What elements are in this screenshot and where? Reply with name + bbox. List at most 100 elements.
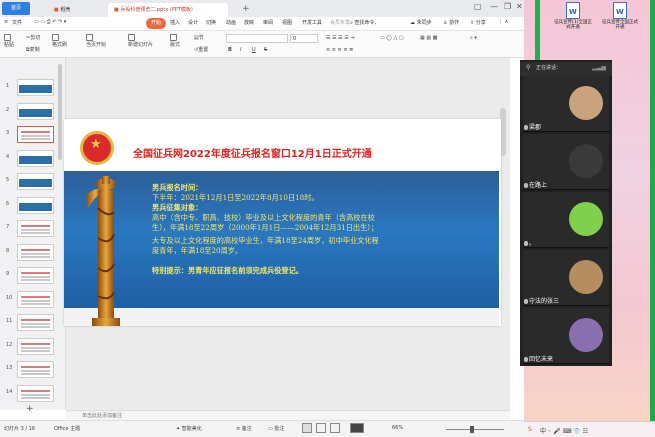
thumbnail-preview (21, 248, 50, 251)
slide-thumbnail[interactable] (17, 243, 54, 261)
participant-avatar (569, 202, 603, 236)
slide-thumbnail[interactable] (17, 361, 54, 378)
thumbnail-preview (19, 85, 52, 93)
section-button[interactable]: ▤节 (194, 34, 204, 41)
zoom-level[interactable]: 66% (392, 425, 403, 431)
new-tab-button[interactable]: + (242, 3, 250, 15)
layout-icon[interactable]: ▢ (474, 2, 482, 11)
mic-icon (524, 299, 528, 304)
menu-start[interactable]: 开始 (146, 18, 166, 29)
slide-thumbnail[interactable] (17, 337, 54, 355)
new-slide-button[interactable]: 新建幻灯片 (128, 34, 153, 48)
tab-docer[interactable]: ■ 稻壳 (48, 3, 102, 17)
quick-access-icons[interactable]: ▭ ▭ ⎙ ↶ ↷ ▾ (34, 19, 66, 25)
paste-button[interactable]: 粘贴 (4, 34, 14, 48)
reset-button[interactable]: ↺重置 (194, 46, 208, 53)
arrange-tools[interactable]: ▦ ▧ ▩ (420, 35, 437, 41)
paragraph-tools[interactable]: ☰ ☰ ☰ ☰ ⇥ (326, 35, 354, 41)
minimize-icon[interactable]: — (490, 2, 498, 11)
menu-slideshow[interactable]: 放映 (244, 19, 254, 26)
find-replace-tools[interactable]: ⌕ ▾ (470, 35, 477, 41)
tray-icons[interactable]: 中 ◦ 🎤 ⌨ 👕 ☷ (540, 426, 588, 435)
close-icon[interactable]: ✕ (516, 2, 523, 11)
menu-developer[interactable]: 开发工具 (302, 19, 322, 26)
slide-thumbnail[interactable] (17, 384, 54, 402)
copy-button[interactable]: ⧉复制 (26, 46, 40, 53)
search-box[interactable]: ⌕ 查找命令、 (350, 19, 379, 26)
slide-thumbnail[interactable] (17, 196, 54, 214)
slide-thumbnail[interactable] (17, 149, 54, 167)
menu-animation[interactable]: 动画 (226, 19, 236, 26)
paste-label: 粘贴 (4, 42, 15, 48)
tab-active-document[interactable]: ■ 兵役科普预览二.pptx (PPT模板) (108, 3, 228, 17)
theme-name: Office 主题 (54, 426, 81, 432)
new-slide-icon (128, 34, 135, 41)
bold-button[interactable]: B (228, 47, 232, 53)
slide-thumbnail[interactable] (17, 102, 54, 120)
cloud-icon: ☁ (410, 20, 417, 26)
desktop-file-label-1: 征兵宣传(1)全国正式开通 (554, 20, 592, 30)
menu-insert[interactable]: 插入 (170, 19, 180, 26)
slide-position: 幻灯片 3 / 16 (4, 426, 35, 432)
layout-button[interactable]: 版式 (170, 34, 180, 48)
desktop-file-icon-1[interactable]: W (566, 2, 580, 19)
thumbnail-preview (19, 155, 52, 164)
slide-bottom-strip (64, 308, 499, 326)
normal-view-button[interactable] (302, 423, 312, 433)
thumbnail-preview (21, 225, 50, 227)
italic-button[interactable]: I (240, 47, 241, 53)
notes-button[interactable]: ≡ 备注 (236, 425, 252, 432)
slideshow-play-button[interactable] (350, 423, 364, 433)
ime-icon[interactable]: S (528, 426, 532, 433)
cut-button[interactable]: ✂剪切 (26, 34, 40, 41)
desktop-file-label-2: 征兵宣传全国正式开通 (602, 20, 638, 30)
slide-thumbnail[interactable] (17, 79, 54, 96)
slide-thumbnail[interactable] (17, 220, 54, 237)
slide-thumbnail[interactable] (17, 290, 54, 308)
slide-title[interactable]: 全国征兵网2022年度征兵报名窗口12月1日正式开通 (133, 145, 473, 160)
participant-name: 在路上 (524, 180, 547, 189)
sync-status[interactable]: ☁ 未同步 (410, 19, 432, 26)
menu-view[interactable]: 视图 (282, 19, 292, 26)
underline-button[interactable]: U (252, 47, 256, 53)
share-button[interactable]: ⇪ 分享 (470, 19, 486, 26)
strikethrough-button[interactable]: S (264, 47, 267, 53)
format-painter-button[interactable]: 格式刷 (52, 34, 67, 48)
hamburger-icon[interactable]: ≡ (4, 19, 8, 25)
shape-tools[interactable]: ▭ ◯ △ ▢ (380, 35, 404, 41)
font-size-select[interactable]: 0 (290, 34, 318, 43)
menu-member[interactable]: 会员专享 (330, 19, 350, 26)
tab-home[interactable]: 首页 (2, 2, 30, 15)
slide-thumbnail[interactable] (17, 267, 54, 284)
add-slide-button[interactable]: + (26, 404, 34, 414)
sorter-view-button[interactable] (316, 423, 326, 433)
menu-file[interactable]: 文件 (12, 19, 22, 26)
font-name-select[interactable] (226, 34, 288, 43)
notes-pane[interactable]: 单击此处添加备注 (66, 410, 510, 420)
mic-icon (524, 125, 528, 130)
collaborate-button[interactable]: ♙ 协作 (443, 19, 459, 26)
menu-design[interactable]: 设计 (188, 19, 198, 26)
reading-view-button[interactable] (330, 423, 340, 433)
slide-thumbnail[interactable] (17, 126, 54, 143)
thumbnail-scrollbar[interactable] (58, 64, 62, 160)
thumbnail-number: 9 (6, 271, 10, 277)
play-from-current-button[interactable]: 当页开始 (86, 34, 106, 48)
menu-review[interactable]: 审阅 (263, 19, 273, 26)
layout-label: 版式 (170, 42, 181, 48)
zoom-slider-knob[interactable] (470, 426, 474, 433)
slide-thumbnail[interactable] (17, 173, 54, 190)
zoom-slider-track[interactable] (446, 429, 504, 430)
more-icon[interactable]: ⋮ ∧ (498, 19, 508, 25)
slide-thumbnail[interactable] (17, 314, 54, 331)
thumbnail-preview (21, 131, 50, 133)
menu-transition[interactable]: 切换 (206, 19, 216, 26)
thumbnail-preview (21, 366, 50, 368)
restore-icon[interactable]: ❐ (504, 2, 511, 11)
align-tools[interactable]: ≡ ≡ ≡ ≡ ≣ (326, 47, 353, 53)
smart-beautify-button[interactable]: ✦ 智能美化 (176, 425, 202, 432)
comment-button[interactable]: ▭ 批注 (268, 425, 284, 432)
copy-label: 复制 (29, 47, 40, 53)
cut-label: 剪切 (30, 35, 41, 41)
desktop-file-icon-2[interactable]: W (613, 2, 627, 19)
